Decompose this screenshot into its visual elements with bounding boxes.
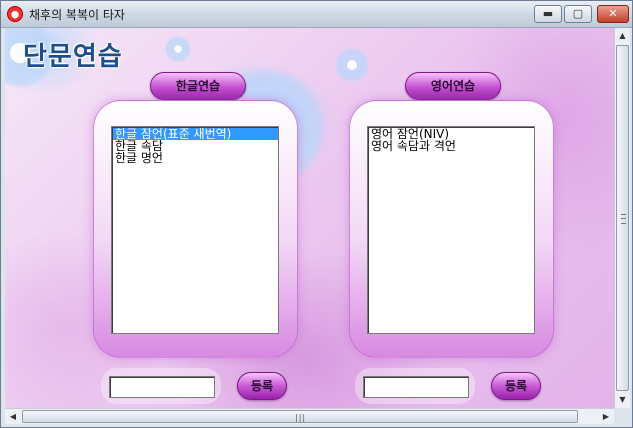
korean-register-input[interactable] [109,376,215,398]
scroll-left-arrow-icon[interactable]: ◀ [5,409,21,424]
vertical-scrollbar[interactable]: ▲ ▼ [614,28,630,408]
app-logo: 단문연습 [23,42,123,72]
flower-decoration [335,48,369,82]
vertical-scroll-thumb[interactable] [616,45,629,391]
maximize-button[interactable]: ▢ [564,5,592,23]
english-register-button[interactable]: 등록 [491,372,541,400]
horizontal-scroll-thumb[interactable]: ||| [22,410,578,423]
korean-practice-button[interactable]: 한글연습 [150,72,246,100]
scroll-down-arrow-icon[interactable]: ▼ [615,392,630,408]
client-area: 단문연습 한글연습 영어연습 한글 잠언(표준 새번역) 한글 속담 한글 명언… [5,28,614,408]
close-button[interactable]: ✕ [597,5,629,23]
grip-icon [621,214,626,224]
title-bar[interactable]: 채후의 복복이 타자 ▬ ▢ ✕ [1,1,632,28]
english-practice-button[interactable]: 영어연습 [405,72,501,100]
scroll-up-arrow-icon[interactable]: ▲ [615,28,630,44]
app-window: 채후의 복복이 타자 ▬ ▢ ✕ 단문연습 한글연습 영어연습 한글 잠언(표준… [0,0,633,428]
minimize-button[interactable]: ▬ [534,5,562,23]
korean-register-button[interactable]: 등록 [237,372,287,400]
list-item-korean-quotes[interactable]: 한글 명언 [113,152,278,164]
scroll-right-arrow-icon[interactable]: ▶ [598,409,614,424]
korean-list[interactable]: 한글 잠언(표준 새번역) 한글 속담 한글 명언 [111,126,279,334]
list-item-english-sayings[interactable]: 영어 속담과 격언 [369,140,534,152]
flower-decoration [165,36,191,62]
window-title: 채후의 복복이 타자 [29,8,125,22]
app-face-icon [7,6,23,22]
english-list[interactable]: 영어 잠언(NIV) 영어 속담과 격언 [367,126,535,334]
horizontal-scrollbar[interactable]: ◀ ||| ▶ [5,408,614,424]
grip-icon: ||| [295,413,307,422]
english-register-input[interactable] [363,376,469,398]
scroll-corner [614,408,630,424]
